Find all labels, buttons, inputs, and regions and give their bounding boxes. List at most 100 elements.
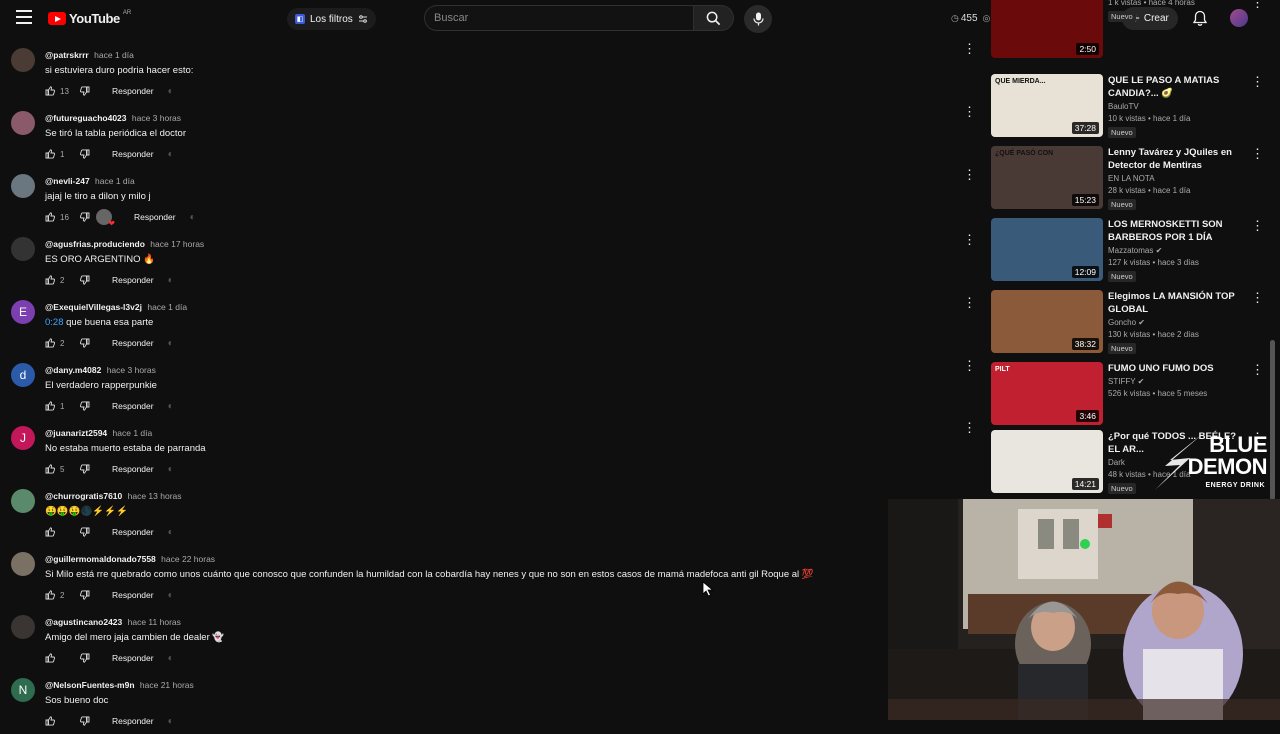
dislike-button[interactable] (80, 716, 90, 726)
like-button[interactable]: 16 (45, 212, 74, 222)
comment-menu-icon[interactable]: ⋮ (963, 105, 976, 118)
reply-button[interactable]: Responder (112, 590, 154, 600)
comment-avatar[interactable]: J (11, 426, 35, 450)
reply-button[interactable]: Responder (112, 401, 154, 411)
recommended-video[interactable]: 12:09 LOS MERNOSKETTI SON BARBEROS POR 1… (991, 218, 1271, 282)
search-input[interactable] (434, 12, 693, 24)
comment-avatar[interactable]: N (11, 678, 35, 702)
video-title[interactable]: Lenny Tavárez y JQuiles en Detector de M… (1108, 146, 1243, 172)
video-menu-icon[interactable]: ⋮ (1251, 290, 1264, 306)
comment-time[interactable]: hace 1 día (94, 50, 134, 60)
comment-menu-icon[interactable]: ⋮ (963, 42, 976, 55)
video-menu-icon[interactable]: ⋮ (1251, 74, 1264, 90)
like-button[interactable] (45, 653, 74, 663)
video-channel[interactable]: Mazzatomas ✔ (1108, 246, 1243, 255)
translate-icon[interactable]: ◐ (168, 464, 174, 475)
video-thumbnail[interactable]: 2:50 (991, 0, 1103, 58)
video-thumbnail[interactable]: 38:32 (991, 290, 1103, 353)
reply-button[interactable]: Responder (134, 212, 176, 222)
comment-author[interactable]: @ExequielVillegas-l3v2j (45, 302, 142, 312)
comment-author[interactable]: @agusfrias.produciendo (45, 239, 145, 249)
comment-author[interactable]: @juanarizt2594 (45, 428, 107, 438)
comment-avatar[interactable] (11, 111, 35, 135)
comment-time[interactable]: hace 1 día (95, 176, 135, 186)
comment-author[interactable]: @futureguacho4023 (45, 113, 127, 123)
comment-time[interactable]: hace 1 día (147, 302, 187, 312)
dislike-button[interactable] (80, 527, 90, 537)
video-channel[interactable]: Goncho ✔ (1108, 318, 1243, 327)
reply-button[interactable]: Responder (112, 86, 154, 96)
comment-time[interactable]: hace 11 horas (128, 617, 181, 627)
like-button[interactable]: 1 (45, 149, 74, 159)
youtube-logo[interactable]: YouTube AR (48, 10, 131, 26)
comment-time[interactable]: hace 1 día (113, 428, 153, 438)
video-menu-icon[interactable]: ⋮ (1251, 146, 1264, 162)
comment-avatar[interactable] (11, 489, 35, 513)
video-thumbnail[interactable]: 14:21 (991, 430, 1103, 493)
comment-time[interactable]: hace 3 horas (107, 365, 156, 375)
translate-icon[interactable]: ◐ (190, 212, 196, 223)
recommended-video[interactable]: PILT 3:46 FUMO UNO FUMO DOS STIFFY ✔ 526… (991, 362, 1271, 426)
dislike-button[interactable] (80, 338, 90, 348)
comment-author[interactable]: @dany.m4082 (45, 365, 101, 375)
menu-icon[interactable] (16, 10, 32, 24)
comment-menu-icon[interactable]: ⋮ (963, 233, 976, 246)
reply-button[interactable]: Responder (112, 527, 154, 537)
recommended-video[interactable]: 2:50 1 k vistas • hace 4 horas Nuevo ⋮ (991, 0, 1271, 59)
like-button[interactable]: 2 (45, 590, 74, 600)
translate-icon[interactable]: ◐ (168, 401, 174, 412)
reply-button[interactable]: Responder (112, 653, 154, 663)
dislike-button[interactable] (80, 464, 90, 474)
stat-views[interactable]: ◷ 455 (951, 13, 978, 24)
like-button[interactable] (45, 716, 74, 726)
reply-button[interactable]: Responder (112, 275, 154, 285)
like-button[interactable]: 2 (45, 338, 74, 348)
comment-author[interactable]: @nevli-247 (45, 176, 90, 186)
reply-button[interactable]: Responder (112, 149, 154, 159)
comment-timestamp-link[interactable]: 0:28 (45, 317, 64, 328)
translate-icon[interactable]: ◐ (168, 716, 174, 727)
comment-time[interactable]: hace 17 horas (150, 239, 204, 249)
search-button[interactable] (694, 5, 734, 31)
video-thumbnail[interactable]: PILT 3:46 (991, 362, 1103, 425)
dislike-button[interactable] (80, 653, 90, 663)
translate-icon[interactable]: ◐ (168, 527, 174, 538)
comment-menu-icon[interactable]: ⋮ (963, 168, 976, 181)
dislike-button[interactable] (80, 212, 90, 222)
comment-author[interactable]: @agustincano2423 (45, 617, 122, 627)
video-title[interactable]: Elegimos LA MANSIÓN TOP GLOBAL (1108, 290, 1243, 316)
recommended-video[interactable]: QUE MIERDA... 37:28 QUE LE PASO A MATIAS… (991, 74, 1271, 138)
comment-menu-icon[interactable]: ⋮ (963, 296, 976, 309)
comment-avatar[interactable]: d (11, 363, 35, 387)
video-thumbnail[interactable]: QUE MIERDA... 37:28 (991, 74, 1103, 137)
recommended-video[interactable]: ¿QUÉ PASÓ CON 15:23 Lenny Tavárez y JQui… (991, 146, 1271, 210)
dislike-button[interactable] (80, 86, 90, 96)
video-menu-icon[interactable]: ⋮ (1251, 218, 1264, 234)
voice-search-button[interactable] (744, 5, 772, 33)
comment-time[interactable]: hace 22 horas (161, 554, 215, 564)
video-title[interactable]: QUE LE PASO A MATIAS CANDIA?... 🥑 (1108, 74, 1243, 100)
filters-button[interactable]: ◧ Los filtros (287, 8, 376, 30)
comment-time[interactable]: hace 21 horas (140, 680, 194, 690)
video-channel[interactable]: EN LA NOTA (1108, 174, 1243, 183)
like-button[interactable]: 5 (45, 464, 74, 474)
comment-time[interactable]: hace 3 horas (132, 113, 181, 123)
video-thumbnail[interactable]: ¿QUÉ PASÓ CON 15:23 (991, 146, 1103, 209)
reply-button[interactable]: Responder (112, 716, 154, 726)
comment-avatar[interactable] (11, 615, 35, 639)
dislike-button[interactable] (80, 590, 90, 600)
comment-avatar[interactable] (11, 48, 35, 72)
video-thumbnail[interactable]: 12:09 (991, 218, 1103, 281)
video-channel[interactable]: STIFFY ✔ (1108, 377, 1243, 386)
video-menu-icon[interactable]: ⋮ (1251, 362, 1264, 378)
comment-author[interactable]: @guillermomaldonado7558 (45, 554, 156, 564)
comment-menu-icon[interactable]: ⋮ (963, 359, 976, 372)
translate-icon[interactable]: ◐ (168, 338, 174, 349)
recommended-video[interactable]: 38:32 Elegimos LA MANSIÓN TOP GLOBAL Gon… (991, 290, 1271, 354)
comment-avatar[interactable] (11, 174, 35, 198)
video-channel[interactable]: BauloTV (1108, 102, 1243, 111)
translate-icon[interactable]: ◐ (168, 86, 174, 97)
comment-menu-icon[interactable]: ⋮ (963, 421, 976, 434)
comment-avatar[interactable] (11, 552, 35, 576)
reply-button[interactable]: Responder (112, 338, 154, 348)
